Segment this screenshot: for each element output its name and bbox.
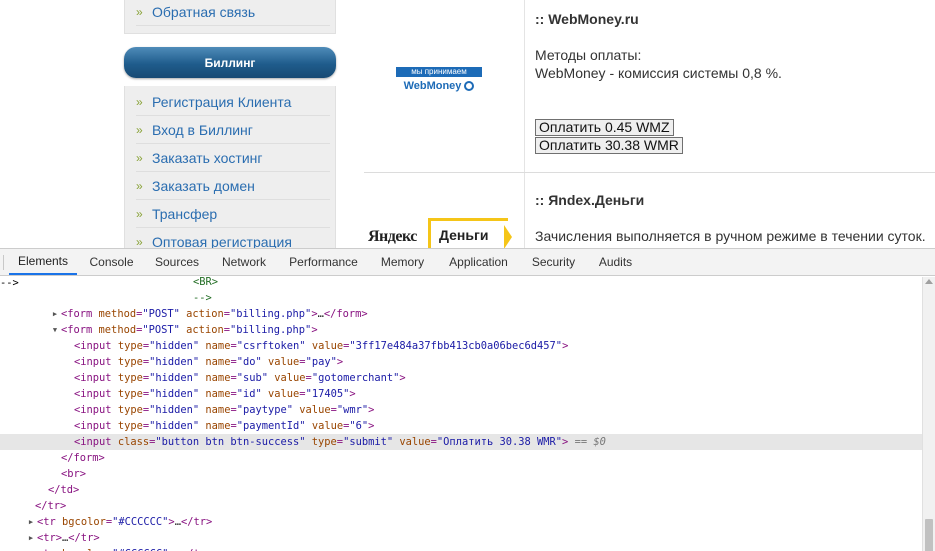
dom-line[interactable]: ▶<tr bgcolor="#CCCCCC">…</tr> [0,514,922,530]
dom-line[interactable]: ▶ <tr>…</tr> [0,530,922,546]
tab-console[interactable]: Console [80,249,143,275]
dom-line[interactable]: ▶ <form method="POST" action="billing.php… [0,306,922,322]
webmoney-logo-caption: мы принимаем [396,67,482,77]
pay-wmz-button[interactable]: Оплатить 0.45 WMZ [535,119,674,136]
tab-separator [3,255,4,270]
bullet-icon: » [136,234,143,249]
dom-line[interactable]: <br> [0,466,922,482]
sidebar-item-label: Заказать хостинг [152,149,263,166]
sidebar-item-order-domain[interactable]: » Заказать домен [136,172,330,200]
dom-line-selected[interactable]: <input class="button btn btn-success" ty… [0,434,922,450]
dom-line[interactable]: ▶<tr bgcolor="#CCCCCC">…</tr> [0,546,922,551]
logo-arrow-icon [504,225,512,248]
bullet-icon: » [136,178,143,193]
dom-tree[interactable]: <BR> --> --> ▶ <form method="POST" action… [0,277,922,551]
sidebar-item-wholesale-registration[interactable]: » Оптовая регистрация [136,228,330,249]
tab-memory[interactable]: Memory [370,249,435,275]
sidebar-item-label: Заказать домен [152,177,255,194]
bullet-icon: » [136,94,143,109]
yandex-title: :: Яndex.Деньги [535,192,645,208]
sidebar-item-billing-login[interactable]: » Вход в Биллинг [136,116,330,144]
sidebar-item-label: Трансфер [152,205,218,222]
dom-line[interactable]: --> [0,290,922,306]
dengi-logo-text: Деньги [428,218,508,248]
payment-row-divider [364,172,935,173]
billing-header: Биллинг [124,47,336,78]
tab-elements[interactable]: Elements [9,249,77,275]
bullet-icon: » [136,122,143,137]
tab-application[interactable]: Application [438,249,519,275]
tab-network[interactable]: Network [211,249,277,275]
bullet-icon: » [136,150,143,165]
dom-line[interactable]: </form> [0,450,922,466]
tab-security[interactable]: Security [522,249,585,275]
selected-node-marker: == $0 [574,436,606,448]
payment-methods-text: WebMoney - комиссия системы 0,8 %. [535,65,782,81]
sidebar-menu-top: » Обратная связь [124,0,336,34]
sidebar-item-order-hosting[interactable]: » Заказать хостинг [136,144,330,172]
webmoney-logo: мы принимаем WebMoney [396,67,482,95]
dom-line[interactable]: </tr> [0,498,922,514]
sidebar-item-label: Регистрация Клиента [152,93,292,110]
expand-triangle-icon[interactable]: ▶ [51,306,59,322]
bullet-icon: » [136,4,143,19]
payment-methods-label: Методы оплаты: [535,47,642,63]
pay-wmr-button[interactable]: Оплатить 30.38 WMR [535,137,683,154]
devtools-tabbar: Elements Console Sources Network Perform… [0,249,935,276]
dom-line[interactable]: <input type="hidden" name="sub" value="g… [0,370,922,386]
scroll-up-arrow-icon[interactable] [925,279,933,284]
expand-triangle-icon[interactable]: ▶ [27,546,35,551]
sidebar-menu-billing: » Регистрация Клиента » Вход в Биллинг »… [124,86,336,248]
payment-column-divider [524,173,525,248]
sidebar-item-transfer[interactable]: » Трансфер [136,200,330,228]
webmoney-title: :: WebMoney.ru [535,11,639,27]
yandex-note: Зачисления выполняется в ручном режиме в… [535,228,926,244]
collapse-triangle-icon[interactable]: ▼ [51,322,59,338]
dom-line[interactable]: <input type="hidden" name="csrftoken" va… [0,338,922,354]
sidebar-item-label: Оптовая регистрация [152,233,292,249]
dom-tree-scrollbar[interactable] [922,277,935,551]
globe-icon [464,81,475,91]
tab-performance[interactable]: Performance [280,249,367,275]
sidebar-item-label: Вход в Биллинг [152,121,253,138]
dom-line[interactable]: </td> [0,482,922,498]
tab-audits[interactable]: Audits [588,249,643,275]
dom-line[interactable]: <input type="hidden" name="do" value="pa… [0,354,922,370]
dom-line[interactable]: <input type="hidden" name="paytype" valu… [0,402,922,418]
expand-triangle-icon[interactable]: ▶ [27,530,35,546]
sidebar-item-feedback[interactable]: » Обратная связь [136,0,330,26]
dom-line[interactable]: <input type="hidden" name="paymentId" va… [0,418,922,434]
dom-line[interactable]: ▼ <form method="POST" action="billing.php… [0,322,922,338]
web-page: » Обратная связь Биллинг » Регистрация К… [0,0,935,248]
scrollbar-thumb[interactable] [925,519,933,551]
sidebar-item-label: Обратная связь [152,3,256,20]
dom-line[interactable]: <BR> [0,277,922,290]
expand-triangle-icon[interactable]: ▶ [27,514,35,530]
tab-sources[interactable]: Sources [146,249,208,275]
webmoney-logo-text: WebMoney [403,80,462,92]
yandex-money-logo: Яндекс Деньги [368,216,513,248]
devtools-panel: Elements Console Sources Network Perform… [0,248,935,551]
sidebar-item-client-registration[interactable]: » Регистрация Клиента [136,88,330,116]
dom-line[interactable]: <input type="hidden" name="id" value="17… [0,386,922,402]
payment-column-divider [524,0,525,172]
yandex-logo-text: Яндекс [368,228,417,245]
bullet-icon: » [136,206,143,221]
